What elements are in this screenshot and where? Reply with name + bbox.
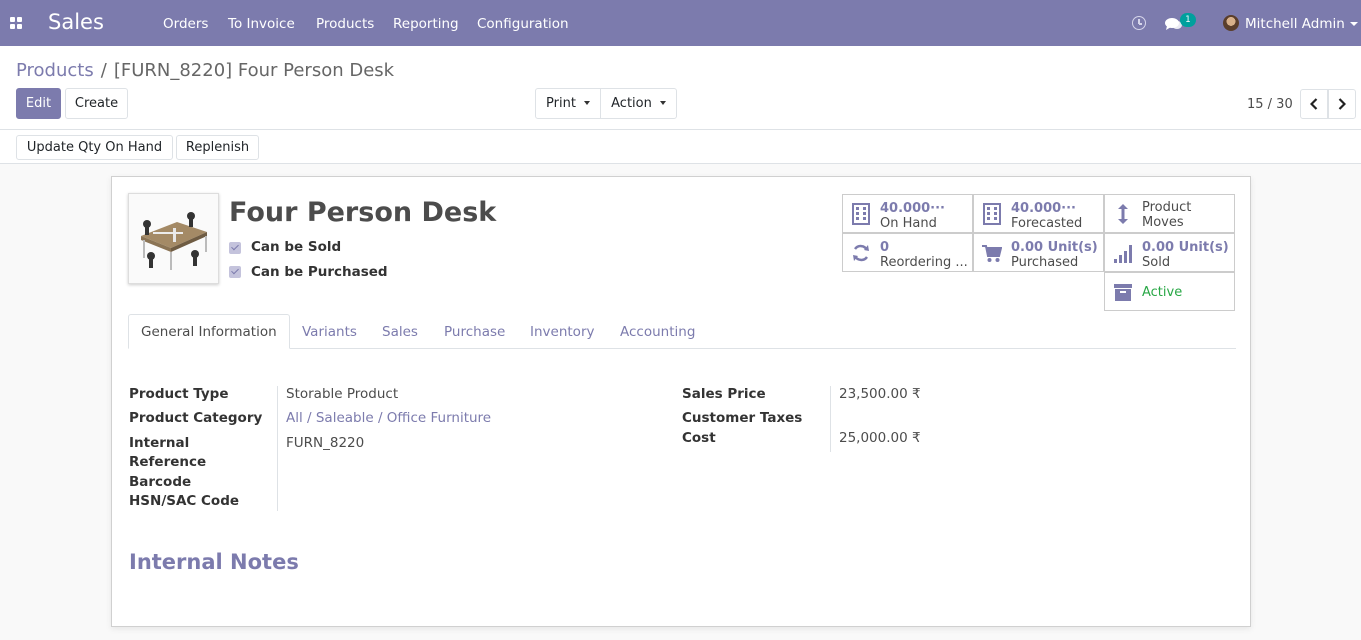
tab-purchase[interactable]: Purchase (432, 314, 517, 349)
internal-reference-label: Internal Reference (129, 434, 206, 472)
on-hand-label: On Hand (880, 216, 937, 231)
active-toggle-button[interactable]: Active (1104, 272, 1235, 311)
archive-box-icon (1114, 284, 1132, 301)
apps-menu-icon[interactable] (10, 17, 23, 29)
edit-button[interactable]: Edit (16, 88, 61, 119)
can-be-purchased-label: Can be Purchased (251, 264, 388, 280)
menu-products[interactable]: Products (316, 16, 374, 32)
chevron-left-icon (1310, 98, 1318, 110)
hsn-sac-code-label: HSN/SAC Code (129, 493, 240, 509)
breadcrumb: Products / [FURN_8220] Four Person Desk (16, 60, 394, 81)
active-label: Active (1142, 285, 1183, 300)
breadcrumb-separator: / (100, 60, 107, 81)
product-image[interactable] (128, 193, 219, 284)
menu-orders[interactable]: Orders (163, 16, 208, 32)
right-group-divider (830, 386, 831, 452)
can-be-purchased-checkbox[interactable] (229, 266, 241, 278)
building-icon (983, 203, 1001, 225)
sold-smart-button[interactable]: 0.00 Unit(s) Sold (1104, 233, 1235, 272)
form-statusbar: Update Qty On Hand Replenish (0, 130, 1361, 164)
purchased-smart-button[interactable]: 0.00 Unit(s) Purchased (973, 233, 1104, 272)
pager-previous-button[interactable] (1300, 89, 1328, 119)
forecasted-value: 40.000··· (1011, 201, 1076, 216)
print-label: Print (546, 96, 576, 111)
top-navbar: Sales Orders To Invoice Products Reporti… (0, 0, 1361, 46)
product-moves-smart-button[interactable]: Product Moves (1104, 194, 1235, 233)
breadcrumb-products-link[interactable]: Products (16, 60, 94, 81)
product-moves-label-line1: Product (1142, 200, 1192, 215)
customer-taxes-label: Customer Taxes (682, 410, 803, 426)
form-sheet: Four Person Desk Can be Sold Can be Purc… (111, 176, 1251, 627)
reordering-smart-button[interactable]: 0 Reordering ... (842, 233, 973, 272)
sales-price-value[interactable]: 23,500.00 ₹ (839, 386, 921, 402)
chevron-right-icon (1338, 98, 1346, 110)
control-panel: Products / [FURN_8220] Four Person Desk Ed… (0, 46, 1361, 130)
tab-inventory[interactable]: Inventory (518, 314, 606, 349)
action-caret-icon (659, 100, 666, 105)
tab-sales[interactable]: Sales (370, 314, 430, 349)
refresh-icon (853, 244, 869, 262)
replenish-button[interactable]: Replenish (176, 135, 259, 160)
tab-accounting[interactable]: Accounting (608, 314, 707, 349)
tab-variants[interactable]: Variants (290, 314, 369, 349)
can-be-sold-checkbox[interactable] (229, 242, 241, 254)
user-avatar[interactable] (1223, 15, 1239, 31)
up-down-arrows-icon (1118, 204, 1128, 224)
menu-to-invoice[interactable]: To Invoice (228, 16, 295, 32)
menu-configuration[interactable]: Configuration (477, 16, 569, 32)
product-category-value[interactable]: All / Saleable / Office Furniture (286, 410, 491, 426)
purchased-label: Purchased (1011, 255, 1079, 270)
product-moves-label-line2: Moves (1142, 215, 1184, 230)
action-label: Action (611, 96, 652, 111)
sold-value: 0.00 Unit(s) (1142, 240, 1229, 255)
internal-reference-label-line2: Reference (129, 454, 207, 470)
sales-price-label: Sales Price (682, 386, 766, 402)
purchased-value: 0.00 Unit(s) (1011, 240, 1098, 255)
menu-reporting[interactable]: Reporting (393, 16, 459, 32)
breadcrumb-current: [FURN_8220] Four Person Desk (113, 60, 395, 81)
cost-label: Cost (682, 430, 716, 446)
on-hand-smart-button[interactable]: 40.000··· On Hand (842, 194, 973, 233)
user-menu-caret-icon[interactable] (1350, 22, 1358, 26)
left-group-divider (277, 386, 278, 511)
update-qty-on-hand-button[interactable]: Update Qty On Hand (16, 135, 173, 160)
desk-image (129, 194, 218, 283)
shopping-cart-icon (982, 245, 1002, 262)
product-moves-label: Product Moves (1142, 200, 1191, 230)
pager-value[interactable]: 15 / 30 (1247, 97, 1293, 112)
building-icon (852, 203, 870, 225)
product-type-label: Product Type (129, 386, 229, 402)
product-name[interactable]: Four Person Desk (229, 197, 496, 228)
print-dropdown[interactable]: Print (535, 88, 601, 119)
signal-bars-icon (1114, 245, 1132, 263)
product-type-value[interactable]: Storable Product (286, 386, 398, 402)
tab-general-information[interactable]: General Information (128, 314, 290, 349)
forecasted-smart-button[interactable]: 40.000··· Forecasted (973, 194, 1104, 233)
messages-count-badge: 1 (1180, 13, 1196, 27)
form-tabs: General Information Variants Sales Purch… (128, 314, 1236, 349)
pager-next-button[interactable] (1328, 89, 1356, 119)
cost-value[interactable]: 25,000.00 ₹ (839, 430, 921, 446)
activity-clock-icon[interactable] (1132, 16, 1146, 30)
forecasted-label: Forecasted (1011, 216, 1083, 231)
user-menu-name[interactable]: Mitchell Admin (1245, 16, 1345, 32)
app-name[interactable]: Sales (48, 10, 104, 34)
reordering-value: 0 (880, 240, 890, 255)
can-be-sold-label: Can be Sold (251, 239, 342, 255)
internal-reference-label-line1: Internal (129, 435, 190, 451)
create-button[interactable]: Create (65, 88, 128, 119)
barcode-label: Barcode (129, 474, 192, 490)
internal-notes-title: Internal Notes (129, 550, 299, 574)
on-hand-value: 40.000··· (880, 201, 945, 216)
sold-label: Sold (1142, 255, 1171, 270)
reordering-label: Reordering ... (880, 255, 968, 270)
print-caret-icon (583, 100, 590, 105)
product-category-label: Product Category (129, 410, 263, 426)
action-dropdown[interactable]: Action (600, 88, 677, 119)
internal-reference-value[interactable]: FURN_8220 (286, 435, 364, 451)
